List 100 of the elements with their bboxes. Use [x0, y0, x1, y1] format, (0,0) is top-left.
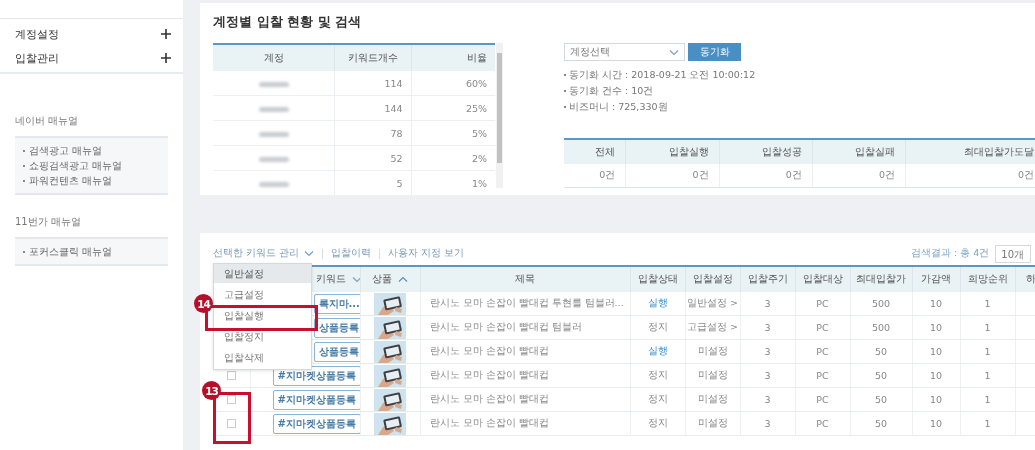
info-text: 동기화 시간 : 2018-09-21 오전 10:00:12: [569, 68, 756, 82]
menu-item[interactable]: 입찰실행: [214, 306, 311, 325]
account-select[interactable]: 계정선택: [564, 43, 685, 61]
column-header: 제목: [515, 273, 535, 286]
table-cell: 10: [912, 339, 960, 364]
keyword-button[interactable]: #지마켓상품등록: [272, 389, 359, 410]
table-cell: 50: [850, 339, 912, 364]
table-cell: 0건: [625, 164, 720, 188]
menu-item[interactable]: 일반설정: [214, 264, 311, 283]
column-header: 희망순위: [967, 273, 1008, 286]
column-header: 키워드개수: [334, 44, 412, 71]
table-cell: 1: [960, 387, 1015, 412]
table-cell: 란시노 모마 손잡이 빨대컵 투현를 텀블러...: [420, 292, 630, 316]
table-cell: 52: [334, 145, 412, 171]
table-cell: 미설정: [685, 387, 740, 412]
table-cell: 3: [740, 363, 795, 388]
manage-dropdown[interactable]: 선택한 키워드 관리: [213, 247, 315, 260]
page-size-select[interactable]: 10개: [995, 244, 1031, 263]
scroll-thumb[interactable]: [497, 53, 502, 163]
panel-title: 계정별 입찰 현황 및 검색: [213, 13, 363, 31]
checkbox[interactable]: [226, 395, 236, 404]
column-header: 입찰성공: [719, 139, 813, 164]
checkbox[interactable]: [226, 419, 236, 428]
table-cell: 10: [912, 315, 960, 340]
manual-link[interactable]: 쇼핑검색광고 매뉴얼: [29, 158, 123, 173]
result-count: 검색결과 : 총 4건: [910, 247, 990, 260]
caret-down-icon: [351, 276, 359, 283]
table-cell: 0건: [812, 164, 906, 188]
table-cell: 1: [960, 363, 1015, 388]
table-cell: 500: [850, 315, 912, 340]
redacted-mark: [258, 81, 289, 87]
table-cell: 1: [960, 292, 1015, 316]
table-cell: 란시노 모마 손잡이 빨대컵: [420, 339, 630, 364]
table-cell: 3: [740, 387, 795, 412]
menu-item[interactable]: 입찰삭제: [214, 348, 311, 367]
column-header[interactable]: 상품: [372, 273, 392, 286]
table-cell: 0건: [564, 164, 626, 188]
keyword-button[interactable]: 상품등록: [313, 317, 359, 338]
toolbar-link[interactable]: 입찰이력: [331, 247, 372, 260]
column-header: 계정: [213, 44, 335, 71]
keyword-button[interactable]: 상품등록: [313, 341, 359, 362]
table-cell: 미설정: [685, 411, 740, 436]
column-header: 가감액: [921, 273, 951, 286]
sync-button[interactable]: 동기화: [688, 43, 741, 61]
table-cell: 3: [740, 292, 795, 316]
table-cell: 114: [334, 71, 412, 96]
table-cell: 3: [740, 315, 795, 340]
column-header: 입찰실패: [812, 139, 906, 164]
table-cell: 500: [850, 292, 912, 316]
table-cell: 1: [960, 315, 1015, 340]
table-cell: PC: [795, 387, 850, 412]
sidebar-item[interactable]: 계정설정: [0, 22, 183, 46]
redacted-mark: [258, 106, 289, 112]
column-header: 입찰상태: [637, 273, 678, 286]
column-header: 최대입찰가: [856, 273, 906, 286]
table-cell: PC: [795, 292, 850, 316]
toolbar-link[interactable]: 사용자 지정 보기: [388, 247, 465, 260]
table-cell: 0건: [905, 164, 1035, 188]
table-cell: 일반설정 >: [685, 292, 740, 316]
menu-item[interactable]: 입찰정지: [214, 327, 311, 346]
table-cell: 1: [960, 411, 1015, 436]
table-cell: 50: [850, 387, 912, 412]
column-header: 입찰설정: [692, 273, 733, 286]
keyword-button[interactable]: 록지마...: [313, 293, 359, 314]
table-cell: 1%: [411, 170, 496, 195]
manual-link[interactable]: 검색광고 매뉴얼: [29, 143, 103, 158]
table-cell: 란시노 모마 손잡이 빨대컵: [420, 411, 630, 436]
table-cell: 2%: [411, 145, 496, 171]
table-cell: 50: [850, 363, 912, 388]
plus-icon: [161, 29, 171, 39]
caret-down-icon: [304, 250, 315, 257]
info-text: 동기화 건수 : 10건: [569, 84, 654, 98]
column-header: 하: [1025, 273, 1035, 286]
table-cell: 고급설정 >: [685, 315, 740, 340]
table-cell: 10: [912, 292, 960, 316]
menu-item[interactable]: 고급설정: [214, 285, 311, 304]
status-text: 정지: [647, 321, 668, 332]
table-cell: 50: [850, 411, 912, 436]
column-header: 입찰대상: [802, 273, 843, 286]
table-cell: 5%: [411, 120, 496, 146]
manual-link[interactable]: 파워컨텐츠 매뉴얼: [29, 173, 113, 188]
sidebar-item[interactable]: 입찰관리: [0, 46, 183, 70]
checkbox[interactable]: [226, 371, 236, 380]
column-header: 최대입찰가도달: [905, 139, 1035, 164]
table-cell: 10: [912, 363, 960, 388]
redacted-mark: [258, 181, 289, 187]
sort-up-icon: [398, 276, 408, 283]
status-text: 정지: [647, 369, 668, 380]
column-header: 비율: [411, 44, 496, 71]
manual-link[interactable]: 포커스클릭 매뉴얼: [29, 244, 113, 259]
table-cell: 란시노 모마 손잡이 빨대컵: [420, 363, 630, 388]
table-cell: 5: [334, 170, 412, 195]
column-header: 전체: [564, 139, 626, 164]
plus-icon: [161, 53, 171, 63]
table-cell: 미설정: [685, 339, 740, 364]
table-cell: 144: [334, 95, 412, 121]
keyword-button[interactable]: #지마켓상품등록: [272, 413, 359, 434]
column-header: 입찰실행: [625, 139, 720, 164]
column-header[interactable]: 키워드: [315, 273, 346, 286]
scrollbar[interactable]: [496, 43, 503, 188]
